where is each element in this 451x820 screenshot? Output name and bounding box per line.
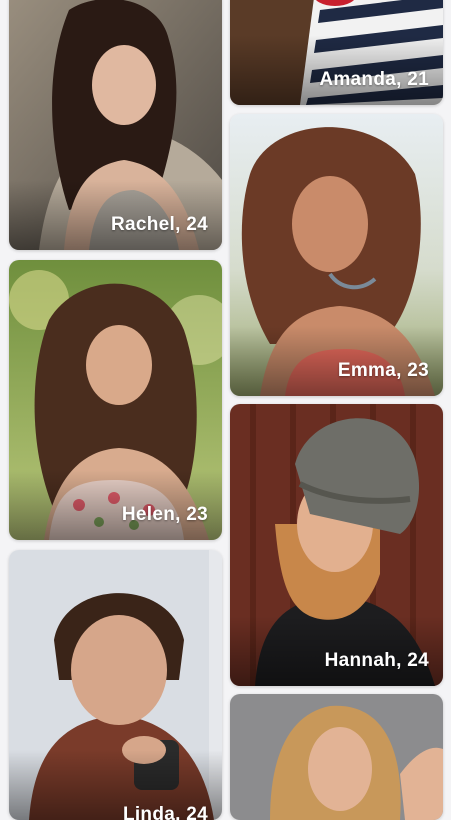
profile-name-label: Helen, 23 [121,504,208,525]
profile-card-emma[interactable]: Emma, 23 [230,114,443,396]
profile-card-linda[interactable]: Linda, 24 [9,550,222,820]
profile-card-amanda[interactable]: Amanda, 21 [230,0,443,105]
profile-name-label: Rachel, 24 [111,214,208,235]
profile-name-label: Hannah, 24 [324,650,429,671]
profile-name-label: Linda, 24 [122,804,208,820]
profile-card-partial[interactable] [230,694,443,820]
profile-card-helen[interactable]: Helen, 23 [9,260,222,540]
profile-card-rachel[interactable]: Rachel, 24 [9,0,222,250]
profile-card-hannah[interactable]: Hannah, 24 [230,404,443,686]
profile-name-label: Emma, 23 [337,360,429,381]
profile-photo-partial [230,694,443,820]
profile-name-label: Amanda, 21 [319,69,429,90]
